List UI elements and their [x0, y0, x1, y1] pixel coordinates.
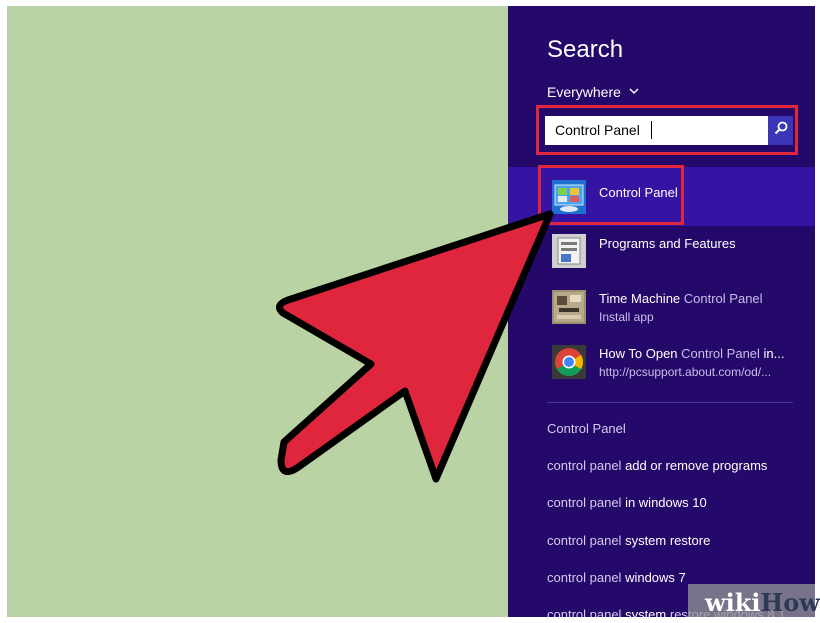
pointer-arrow-icon: [276, 210, 554, 483]
wikihow-logo: wikiHow: [705, 588, 820, 617]
watermark-wiki: wiki: [705, 588, 761, 617]
watermark-how: How: [760, 588, 820, 617]
